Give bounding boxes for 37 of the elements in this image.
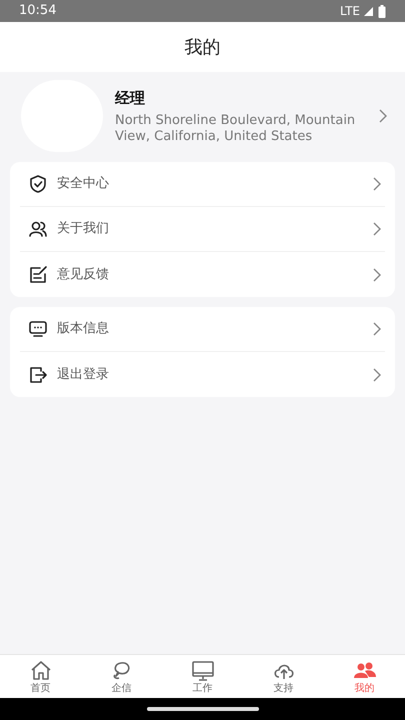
menu-item[interactable]: 退出登录: [20, 352, 385, 397]
tab[interactable]: 工作: [162, 655, 243, 698]
tab[interactable]: 我的: [324, 655, 405, 698]
menu-item[interactable]: 版本信息: [20, 307, 385, 352]
network-label: LTE: [340, 3, 360, 20]
signal-icon: [363, 5, 375, 17]
menu-item[interactable]: 关于我们: [20, 207, 385, 252]
menu-label: 退出登录: [57, 366, 110, 384]
chevron-icon: [373, 177, 381, 191]
menu-label: 版本信息: [57, 320, 110, 338]
shield-icon: [28, 174, 48, 194]
chevron-icon: [373, 322, 381, 336]
user-address: North Shoreline Boulevard, Mountain View, California, United States: [115, 113, 356, 146]
menu-label: 安全中心: [57, 175, 110, 194]
logout-icon: [28, 364, 48, 384]
page-title: 我的: [184, 36, 220, 60]
chevron-icon: [373, 222, 381, 236]
chevron-icon: [373, 368, 381, 382]
chevron-icon: [373, 268, 381, 282]
tab[interactable]: 支持: [243, 655, 324, 698]
edit-icon: [28, 264, 48, 284]
profile-row[interactable]: 经理 North Shoreline Boulevard, Mountain View, California, United States: [0, 72, 405, 160]
battery-icon: [378, 4, 386, 18]
home-indicator[interactable]: [146, 707, 258, 711]
menu-label: 意见反馈: [57, 266, 110, 284]
menu-item[interactable]: 安全中心: [20, 162, 385, 207]
home-icon: [28, 658, 52, 680]
people-icon: [28, 219, 48, 239]
monitor-icon: [28, 319, 48, 339]
desktop-icon: [190, 658, 214, 680]
tab[interactable]: 首页: [0, 655, 81, 698]
chevron-icon: [379, 109, 387, 123]
tab[interactable]: 企信: [81, 655, 162, 698]
clock: 10:54: [19, 2, 56, 20]
menu-item[interactable]: 意见反馈: [20, 252, 385, 297]
user-name: 经理: [115, 88, 146, 109]
menu-label: 关于我们: [57, 220, 110, 238]
